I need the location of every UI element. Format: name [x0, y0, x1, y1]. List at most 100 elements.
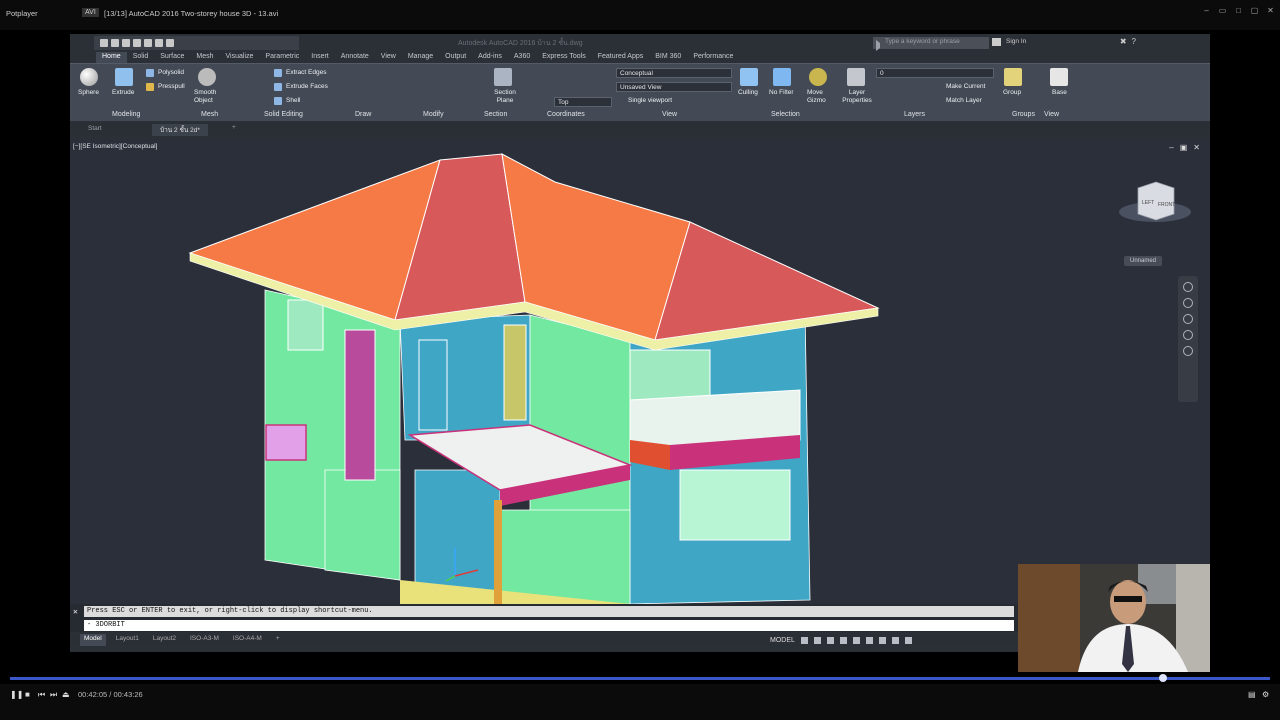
smooth-object-icon[interactable]	[198, 68, 216, 86]
eject-icon[interactable]: ⏏	[62, 690, 70, 699]
undo-icon[interactable]	[155, 39, 163, 47]
drawing-viewport[interactable]: [−][SE Isometric][Conceptual] – ▣ ✕ LEFT…	[70, 140, 1210, 604]
grid-icon[interactable]	[800, 636, 808, 644]
section-plane-icon[interactable]	[494, 68, 512, 86]
tab-iso-a4[interactable]: ISO-A4-M	[229, 634, 266, 646]
viewport-label[interactable]: [−][SE Isometric][Conceptual]	[73, 143, 157, 150]
tab-output[interactable]: Output	[439, 52, 472, 63]
viewport-select[interactable]: Single viewport	[628, 97, 672, 104]
move-gizmo-icon[interactable]	[809, 68, 827, 86]
annotation-icon[interactable]	[878, 636, 886, 644]
open-icon[interactable]	[111, 39, 119, 47]
group-icon[interactable]	[1004, 68, 1022, 86]
doc-tab-drawing[interactable]: บ้าน 2 ชั้น 2d*	[152, 124, 208, 136]
steering-wheel-icon[interactable]	[1183, 282, 1193, 292]
modify-group-label[interactable]: Modify	[423, 111, 444, 118]
close-icon[interactable]: ✕	[1265, 5, 1276, 16]
view-group-label[interactable]: View	[662, 111, 677, 118]
doc-tab-start[interactable]: Start	[80, 124, 110, 133]
sphere-icon[interactable]	[80, 68, 98, 86]
tab-layout1[interactable]: Layout1	[112, 634, 143, 646]
ortho-icon[interactable]	[826, 636, 834, 644]
seek-knob[interactable]	[1158, 674, 1167, 682]
culling-icon[interactable]	[740, 68, 758, 86]
command-input[interactable]: - 3DORBIT	[84, 620, 1014, 631]
tab-layout2[interactable]: Layout2	[149, 634, 180, 646]
no-filter-icon[interactable]	[773, 68, 791, 86]
draw-group-label[interactable]: Draw	[355, 111, 371, 118]
tab-manage[interactable]: Manage	[402, 52, 439, 63]
tab-express-tools[interactable]: Express Tools	[536, 52, 591, 63]
model-space-button[interactable]: MODEL	[770, 637, 795, 644]
layer-properties-icon[interactable]	[847, 68, 865, 86]
coordinates-group-label[interactable]: Coordinates	[547, 111, 585, 118]
search-input[interactable]: Type a keyword or phrase	[873, 37, 989, 51]
orbit-icon[interactable]	[1183, 330, 1193, 340]
saveas-icon[interactable]	[133, 39, 141, 47]
stop-icon[interactable]: ■	[25, 690, 30, 699]
section-group-label[interactable]: Section	[484, 111, 507, 118]
tab-solid[interactable]: Solid	[127, 52, 155, 63]
showmotion-icon[interactable]	[1183, 346, 1193, 356]
visual-style-select[interactable]: Conceptual	[616, 68, 732, 78]
groups-group-label[interactable]: Groups	[1012, 111, 1035, 118]
snap-icon[interactable]	[813, 636, 821, 644]
coordinates-view-select[interactable]: Top	[554, 97, 612, 107]
osnap-icon[interactable]	[852, 636, 860, 644]
extrude-icon[interactable]	[115, 68, 133, 86]
tab-bim-360[interactable]: BIM 360	[649, 52, 687, 63]
polysolid-button[interactable]: Polysolid	[158, 69, 184, 76]
workspace-icon[interactable]	[891, 636, 899, 644]
tab-parametric[interactable]: Parametric	[259, 52, 305, 63]
redo-icon[interactable]	[166, 39, 174, 47]
tab-view[interactable]: View	[375, 52, 402, 63]
tab-mesh[interactable]: Mesh	[190, 52, 219, 63]
settings-icon[interactable]: ⚙	[1262, 690, 1269, 699]
mesh-group-label[interactable]: Mesh	[201, 111, 218, 118]
ucs-menu[interactable]: Unnamed	[1124, 256, 1162, 266]
seek-bar[interactable]	[10, 677, 1270, 680]
vp-restore-icon[interactable]: ▣	[1180, 143, 1188, 152]
make-current-button[interactable]: Make Current	[946, 83, 985, 90]
pan-icon[interactable]	[1183, 298, 1193, 308]
next-icon[interactable]: ⏭	[50, 690, 57, 700]
tab-add-ins[interactable]: Add-ins	[472, 52, 508, 63]
tab-surface[interactable]: Surface	[154, 52, 190, 63]
presspull-button[interactable]: Presspull	[158, 83, 185, 90]
fullscreen-icon[interactable]: ▢	[1249, 5, 1260, 16]
new-icon[interactable]	[100, 39, 108, 47]
saved-view-select[interactable]: Unsaved View	[616, 82, 732, 92]
add-layout-icon[interactable]: +	[272, 634, 284, 646]
tab-annotate[interactable]: Annotate	[335, 52, 375, 63]
base-icon[interactable]	[1050, 68, 1068, 86]
layers-group-label[interactable]: Layers	[904, 111, 925, 118]
viewcube-left[interactable]: LEFT	[1142, 200, 1154, 206]
solid-editing-group-label[interactable]: Solid Editing	[264, 111, 303, 118]
new-tab-icon[interactable]: +	[228, 124, 240, 131]
polar-icon[interactable]	[839, 636, 847, 644]
selection-group-label[interactable]: Selection	[771, 111, 800, 118]
signin-area[interactable]: Sign In	[992, 38, 1026, 46]
restore-icon[interactable]: ▭	[1217, 5, 1228, 16]
tab-iso-a3[interactable]: ISO-A3-M	[186, 634, 223, 646]
extrude-faces-button[interactable]: Extrude Faces	[286, 83, 328, 90]
shell-button[interactable]: Shell	[286, 97, 300, 104]
zoom-icon[interactable]	[1183, 314, 1193, 324]
match-layer-button[interactable]: Match Layer	[946, 97, 982, 104]
help-icon[interactable]: ?	[1132, 37, 1136, 46]
playlist-icon[interactable]: ▤	[1248, 690, 1256, 699]
tab-performance[interactable]: Performance	[687, 52, 739, 63]
print-icon[interactable]	[144, 39, 152, 47]
tab-visualize[interactable]: Visualize	[220, 52, 260, 63]
minimize-icon[interactable]: –	[1201, 5, 1212, 16]
player-menu[interactable]: Potplayer	[6, 9, 38, 18]
tab-model[interactable]: Model	[80, 634, 106, 646]
pause-icon[interactable]: ❚❚	[10, 690, 23, 699]
extract-edges-button[interactable]: Extract Edges	[286, 69, 326, 76]
command-close-icon[interactable]: ✕	[73, 607, 78, 617]
modeling-group-label[interactable]: Modeling	[112, 111, 140, 118]
vp-minimize-icon[interactable]: –	[1169, 143, 1173, 152]
view2-group-label[interactable]: View	[1044, 111, 1059, 118]
otrack-icon[interactable]	[865, 636, 873, 644]
tab-home[interactable]: Home	[96, 52, 127, 63]
